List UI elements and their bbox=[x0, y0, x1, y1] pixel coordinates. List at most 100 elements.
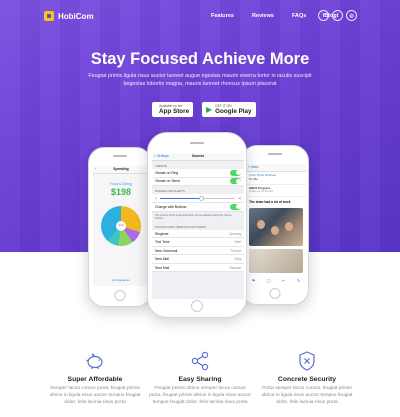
mail-toolbar: ⚑ ▢ ↩ ✎ bbox=[246, 278, 306, 283]
logo-icon bbox=[44, 11, 54, 21]
setting-label: Vibrate on Ring bbox=[155, 170, 179, 175]
reply-icon[interactable]: ↩ bbox=[282, 278, 285, 283]
volume-slider-row: ◂ ◂) bbox=[152, 194, 244, 203]
setting-value: Ding bbox=[234, 257, 241, 262]
feature-title: Concrete Security bbox=[277, 376, 337, 383]
section-header: RINGER AND ALERTS bbox=[155, 189, 185, 193]
share-icon bbox=[145, 350, 255, 372]
setting-label: Vibrate on Silent bbox=[155, 179, 180, 184]
volume-high-icon: ◂) bbox=[238, 196, 241, 200]
setting-row: Vibrate on Silent bbox=[152, 177, 244, 186]
volume-slider[interactable] bbox=[159, 195, 236, 201]
screen-title: Sounds bbox=[191, 154, 205, 158]
ringer-note: The volume of the ringer and alerts can … bbox=[155, 213, 232, 220]
pie-center-label: Total bbox=[118, 224, 124, 227]
setting-row[interactable]: New Mail Ding bbox=[152, 255, 244, 264]
setting-row: Vibrate on Ring bbox=[152, 169, 244, 178]
setting-value: Tri-tone bbox=[230, 248, 241, 253]
mail-photo-second bbox=[249, 249, 303, 274]
google-play-label: Google Play bbox=[215, 108, 252, 115]
status-bar: < Settings Sounds bbox=[152, 153, 244, 161]
status-bar: < Inbox bbox=[246, 164, 306, 172]
setting-label: New Voicemail bbox=[155, 248, 178, 253]
setting-row[interactable]: New Voicemail Tri-tone bbox=[152, 246, 244, 256]
top-nav: HobiCom Features Reviews FAQs Blog f t ◎ bbox=[0, 0, 400, 34]
social-links: f t ◎ bbox=[318, 10, 360, 21]
flag-icon[interactable]: ⚑ bbox=[252, 278, 256, 283]
feature-text: Semper lacus cursus porta, feugiat primi… bbox=[49, 386, 141, 405]
folder-icon[interactable]: ▢ bbox=[267, 278, 271, 283]
brand-name: HobiCom bbox=[58, 11, 94, 21]
setting-value: Swoosh bbox=[229, 265, 241, 270]
setting-label: Change with Buttons bbox=[155, 204, 187, 209]
feature-title: Easy Sharing bbox=[178, 376, 222, 383]
feature-title: Super Affordable bbox=[67, 376, 123, 383]
mail-body-title: The team had a lot of work bbox=[249, 200, 291, 205]
nav-link-features[interactable]: Features bbox=[211, 13, 234, 19]
spending-category: Food & Dining bbox=[110, 182, 132, 186]
status-bar: ‹ Spending bbox=[93, 166, 149, 174]
feature-sharing: Easy Sharing Feugiat primis ultrice semp… bbox=[145, 350, 255, 406]
setting-row[interactable]: Sent Mail Swoosh bbox=[152, 263, 244, 273]
app-store-label: App Store bbox=[159, 108, 190, 115]
section-header: VIBRATE bbox=[155, 164, 168, 168]
mail-subject: HBCS Progress Today at 10:34 AM bbox=[246, 185, 306, 198]
mail-date: Today at 10:34 AM bbox=[249, 189, 273, 194]
phone-center-screen: < Settings Sounds VIBRATE Vibrate on Rin… bbox=[152, 153, 244, 299]
screen-title: Spending bbox=[113, 167, 129, 171]
home-button bbox=[191, 300, 203, 312]
photo-face bbox=[271, 226, 279, 236]
hero-subtitle: Feugiat primis ligula risus auctor laore… bbox=[88, 73, 312, 87]
section-header: SOUNDS AND VIBRATION PATTERNS bbox=[155, 224, 207, 229]
setting-value: Opening bbox=[228, 231, 241, 236]
phone-speaker bbox=[190, 142, 204, 144]
home-button bbox=[269, 288, 281, 299]
back-button[interactable]: < Inbox bbox=[248, 165, 259, 169]
feature-affordable: Super Affordable Semper lacus cursus por… bbox=[40, 350, 150, 406]
phone-speaker bbox=[268, 153, 282, 155]
setting-row: Change with Buttons bbox=[152, 203, 244, 212]
phone-speaker bbox=[113, 155, 127, 157]
phone-right: < Inbox From: Peter Erickson To: Me HBCS… bbox=[241, 145, 309, 305]
piggy-bank-icon bbox=[40, 350, 150, 372]
mail-to: To: Me bbox=[249, 176, 258, 181]
feature-text: Feugiat primis ultrice semper lacus curs… bbox=[149, 386, 251, 405]
feature-security: Concrete Security Porta semper lacus cur… bbox=[252, 350, 362, 406]
facebook-icon[interactable]: f bbox=[318, 10, 329, 21]
twitter-icon[interactable]: t bbox=[332, 10, 343, 21]
shield-icon bbox=[252, 350, 362, 372]
nav-link-faqs[interactable]: FAQs bbox=[292, 13, 306, 19]
setting-label: Ringtone bbox=[155, 231, 169, 236]
phone-right-screen: < Inbox From: Peter Erickson To: Me HBCS… bbox=[246, 164, 306, 285]
app-store-button[interactable]: Available on the App Store bbox=[152, 102, 194, 117]
spending-pie-chart: Total bbox=[101, 206, 141, 246]
toggle-switch[interactable] bbox=[230, 203, 241, 210]
setting-row[interactable]: Ringtone Opening bbox=[152, 229, 244, 239]
phone-left-screen: ‹ Spending Food & Dining $198 Total All … bbox=[93, 166, 149, 286]
setting-value: Note bbox=[234, 240, 241, 245]
mail-photo bbox=[249, 208, 303, 247]
play-icon: ▶ bbox=[206, 105, 213, 114]
logo[interactable]: HobiCom bbox=[44, 11, 94, 21]
setting-label: Sent Mail bbox=[155, 265, 170, 270]
home-button bbox=[114, 290, 126, 301]
photo-face bbox=[257, 220, 265, 230]
volume-low-icon: ◂ bbox=[155, 196, 157, 200]
globe-icon[interactable]: ◎ bbox=[346, 10, 357, 21]
mail-header: From: Peter Erickson To: Me bbox=[246, 172, 306, 185]
all-categories-link[interactable]: All Categories bbox=[93, 278, 149, 282]
photo-face bbox=[285, 222, 293, 232]
feature-text: Porta semper lacus cursus, feugiat primi… bbox=[261, 386, 353, 405]
toggle-switch[interactable] bbox=[230, 169, 241, 176]
hero-headline: Stay Focused Achieve More bbox=[90, 50, 310, 68]
spending-amount: $198 bbox=[110, 187, 132, 197]
compose-icon[interactable]: ✎ bbox=[297, 278, 300, 283]
google-play-button[interactable]: ▶ GET IT ON Google Play bbox=[202, 102, 256, 117]
nav-link-reviews[interactable]: Reviews bbox=[252, 13, 274, 19]
phone-left: ‹ Spending Food & Dining $198 Total All … bbox=[88, 147, 152, 307]
setting-row[interactable]: Text Tone Note bbox=[152, 238, 244, 247]
slider-knob[interactable] bbox=[198, 195, 204, 201]
phone-center: < Settings Sounds VIBRATE Vibrate on Rin… bbox=[147, 132, 247, 318]
toggle-switch[interactable] bbox=[230, 178, 241, 185]
setting-label: New Mail bbox=[155, 257, 169, 262]
